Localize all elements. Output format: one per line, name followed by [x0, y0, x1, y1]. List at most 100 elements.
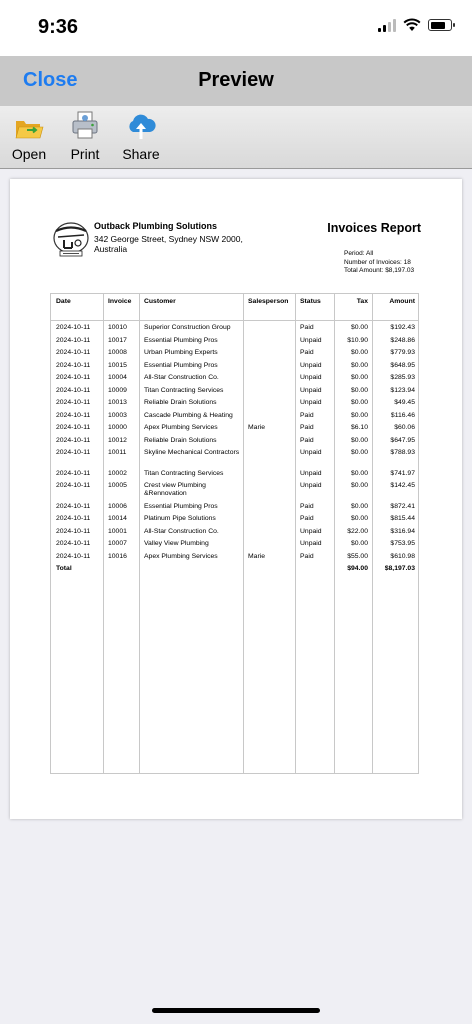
cell-date: 2024-10-11 [56, 336, 91, 344]
cell-tax: $10.90 [347, 336, 368, 344]
cell-status: Unpaid [300, 469, 322, 477]
table-row: 2024-10-11 10001 All-Star Construction Co.… [51, 528, 420, 541]
print-label: Print [70, 146, 100, 162]
cell-amount: $142.45 [390, 482, 415, 489]
table-row: 2024-10-11 10015 Essential Plumbing Pros Un… [51, 362, 420, 375]
cell-status: Unpaid [300, 386, 322, 394]
column-header-status: Status [300, 298, 321, 305]
cell-date: 2024-10-11 [56, 469, 91, 477]
wifi-icon [403, 18, 421, 31]
cell-status: Paid [300, 424, 314, 431]
cell-amount: $779.93 [390, 349, 415, 356]
table-row: 2024-10-11 10017 Essential Plumbing Pros Un… [51, 337, 420, 350]
table-row: 2024-10-11 10010 Superior Construction Gro… [51, 324, 420, 337]
share-button[interactable]: Share [122, 110, 160, 162]
cell-tax: $0.00 [350, 540, 368, 547]
report-total-amount: Total Amount: $8,197.03 [344, 267, 415, 274]
cell-tax: $0.00 [350, 374, 368, 381]
cell-status: Unpaid [300, 527, 322, 535]
table-row: 2024-10-11 10006 Essential Plumbing Pros Pa… [51, 503, 420, 516]
cell-invoice: 10012 [108, 436, 127, 444]
column-header-salesperson: Salesperson [248, 298, 289, 305]
table-row: 2024-10-11 10012 Reliable Drain Solutions P… [51, 437, 420, 450]
page-title: Preview [198, 69, 274, 91]
invoices-table: Date Invoice Customer Salesperson Status… [50, 293, 419, 774]
table-row: 2024-10-11 10005 Crest view Plumbing &Renn… [51, 482, 420, 503]
table-row: 2024-10-11 10003 Cascade Plumbing & Heatin… [51, 412, 420, 425]
cell-tax: $22.00 [347, 527, 368, 535]
cell-date: 2024-10-11 [56, 424, 91, 431]
report-preview-page: Outback Plumbing Solutions 342 George St… [10, 179, 462, 819]
table-row: 2024-10-11 10002 Titan Contracting Service… [51, 470, 420, 483]
battery-icon [428, 19, 455, 31]
folder-icon [15, 121, 44, 139]
cell-invoice: 10011 [108, 449, 127, 456]
cell-customer: Apex Plumbing Services [144, 424, 218, 431]
cell-amount: $647.95 [390, 436, 415, 444]
cell-customer: Titan Contracting Services [144, 469, 224, 477]
report-period: Period: All [344, 250, 374, 257]
column-header-customer: Customer [144, 298, 176, 305]
cell-invoice: 10002 [108, 469, 127, 477]
cell-date: 2024-10-11 [56, 540, 91, 547]
total-tax: $94.00 [347, 565, 368, 572]
cell-tax: $0.00 [350, 502, 368, 510]
cell-amount: $872.41 [390, 502, 415, 510]
cell-tax: $0.00 [350, 436, 368, 444]
cell-status: Unpaid [300, 399, 322, 406]
cellular-signal-icon [378, 18, 396, 32]
cell-date: 2024-10-11 [56, 515, 91, 522]
cell-amount: $815.44 [390, 515, 415, 522]
cell-date: 2024-10-11 [56, 386, 91, 394]
cell-invoice: 10004 [108, 374, 127, 381]
cell-customer: Cascade Plumbing & Heating [144, 411, 233, 419]
cell-customer: Reliable Drain Solutions [144, 436, 217, 444]
cell-amount: $192.43 [390, 324, 415, 331]
cell-invoice: 10008 [108, 349, 127, 356]
cell-invoice: 10013 [108, 399, 127, 406]
cell-status: Unpaid [300, 336, 322, 344]
cell-invoice: 10016 [108, 552, 127, 560]
report-summary: Period: All Number of Invoices: 18 Total… [344, 250, 414, 276]
home-indicator [152, 1008, 320, 1013]
table-row: 2024-10-11 10008 Urban Plumbing Experts Pai… [51, 349, 420, 362]
cell-date: 2024-10-11 [56, 502, 91, 510]
navigation-bar: Close Preview [0, 56, 472, 106]
column-header-invoice: Invoice [108, 298, 132, 305]
print-button[interactable]: Print [68, 110, 102, 162]
cell-tax: $55.00 [347, 552, 368, 560]
cell-status: Paid [300, 324, 314, 331]
cell-customer: Urban Plumbing Experts [144, 349, 218, 356]
table-row: 2024-10-11 10000 Apex Plumbing Services Mar… [51, 424, 420, 437]
table-row: 2024-10-11 10011 Skyline Mechanical Contra… [51, 449, 420, 470]
cell-tax: $0.00 [350, 386, 368, 394]
cell-invoice: 10000 [108, 424, 127, 431]
cell-customer: Crest view Plumbing &Rennovation [144, 482, 206, 497]
cell-amount: $60.06 [394, 424, 415, 431]
status-bar: 9:36 [0, 0, 472, 56]
cell-amount: $49.45 [394, 399, 415, 406]
cell-customer: Essential Plumbing Pros [144, 361, 218, 369]
cell-amount: $316.94 [390, 527, 415, 535]
cell-date: 2024-10-11 [56, 449, 91, 456]
cell-invoice: 10009 [108, 386, 127, 394]
cell-invoice: 10001 [108, 527, 127, 535]
cell-date: 2024-10-11 [56, 324, 91, 331]
cell-status: Unpaid [300, 374, 322, 381]
open-button[interactable]: Open [11, 110, 47, 162]
cell-status: Paid [300, 502, 314, 510]
report-invoice-count: Number of Invoices: 18 [344, 258, 411, 266]
cell-salesperson: Marie [248, 552, 265, 560]
cell-amount: $741.97 [390, 469, 415, 477]
company-name: Outback Plumbing Solutions [94, 221, 218, 231]
cell-amount: $788.93 [390, 449, 415, 456]
cell-tax: $0.00 [350, 515, 368, 522]
open-label: Open [11, 146, 47, 162]
cell-salesperson: Marie [248, 424, 265, 431]
cell-date: 2024-10-11 [56, 374, 91, 381]
cell-tax: $6.10 [350, 424, 368, 431]
cell-customer: Titan Contracting Services [144, 386, 224, 394]
cell-customer: All-Star Construction Co. [144, 527, 219, 535]
cell-date: 2024-10-11 [56, 349, 91, 356]
printer-icon [72, 111, 98, 139]
